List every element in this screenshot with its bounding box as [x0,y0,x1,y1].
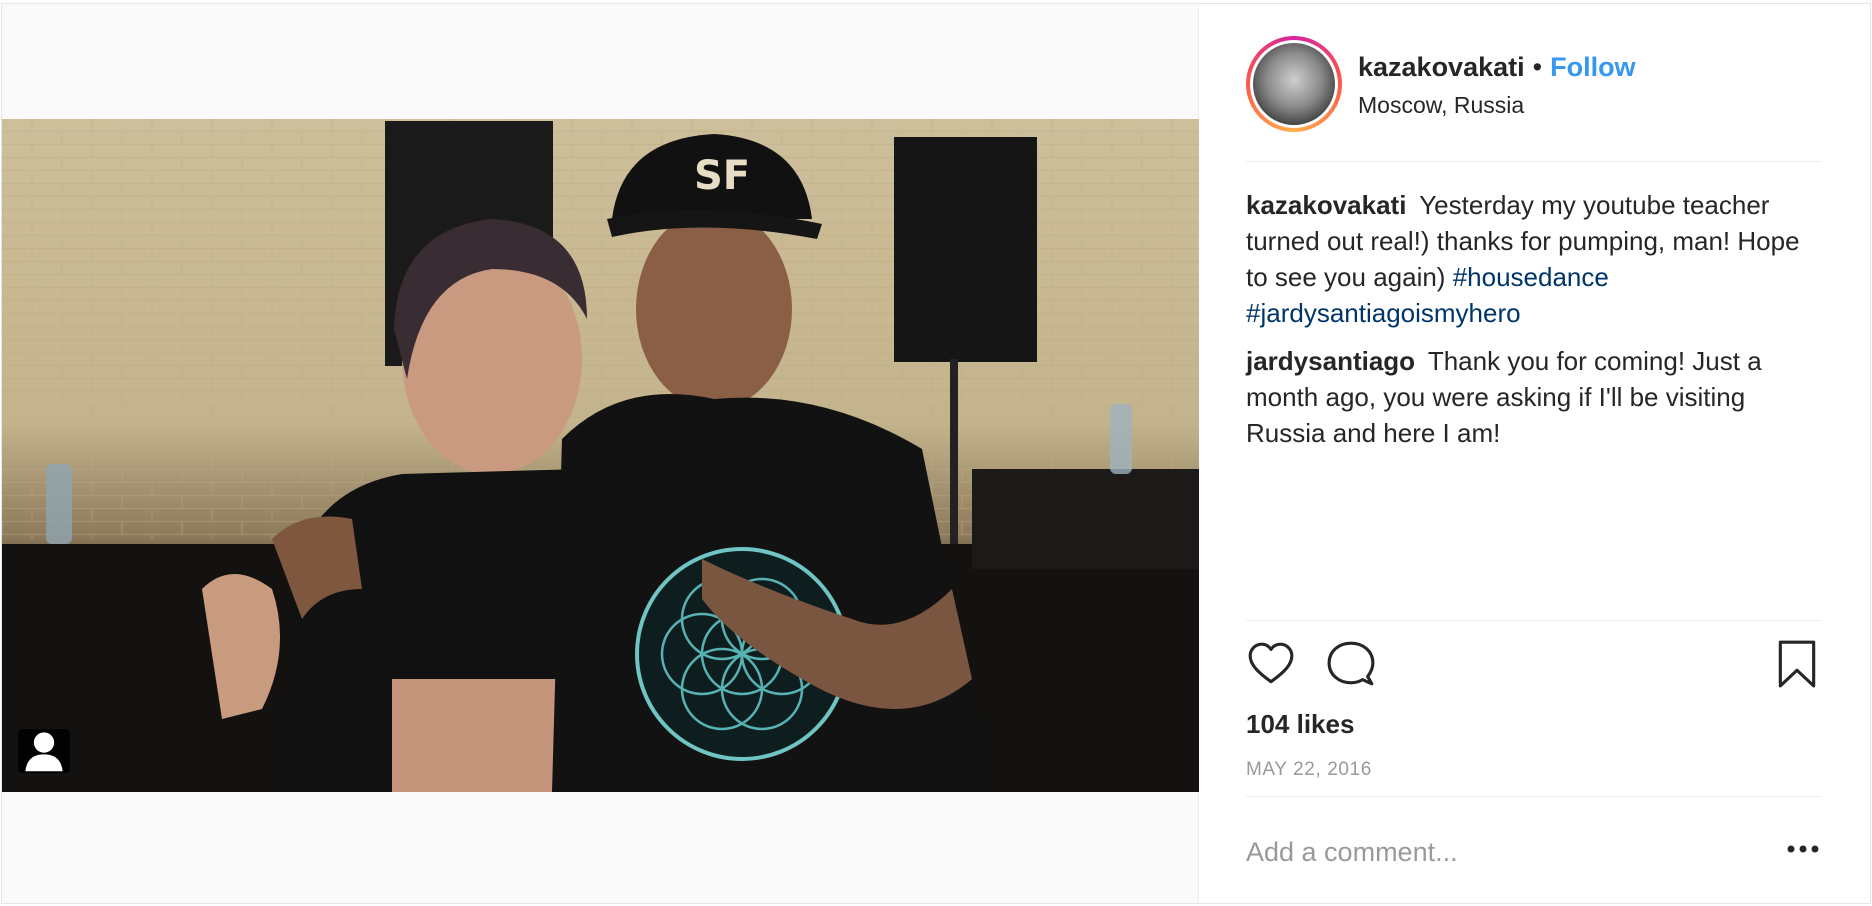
comments-list: kazakovakati Yesterday my youtube teache… [1246,187,1822,463]
photo-illustration: SF [2,119,1199,792]
avatar[interactable] [1246,36,1342,132]
comment-button[interactable] [1326,639,1376,689]
post-header: kazakovakati • Follow Moscow, Russia [1246,32,1822,162]
reply-comment: jardysantiago Thank you for coming! Just… [1246,343,1822,451]
heart-icon [1248,642,1294,684]
action-bar [1246,639,1822,691]
comment-username[interactable]: kazakovakati [1246,190,1406,220]
likes-count[interactable]: 104 likes [1246,709,1354,740]
more-options-icon [1787,845,1819,853]
post-photo[interactable]: SF [2,119,1199,792]
bookmark-icon [1778,640,1816,688]
divider [1246,620,1822,621]
add-comment-input[interactable] [1246,832,1746,872]
caption-comment: kazakovakati Yesterday my youtube teache… [1246,187,1822,331]
hashtag-link[interactable]: #jardysantiagoismyhero [1246,298,1521,328]
user-tag-button[interactable] [18,729,70,773]
svg-text:SF: SF [694,153,750,199]
save-button[interactable] [1772,639,1822,689]
separator-dot: • [1532,52,1543,82]
like-button[interactable] [1246,639,1296,689]
header-username[interactable]: kazakovakati [1358,52,1525,83]
post-sidebar: kazakovakati • Follow Moscow, Russia kaz… [1199,4,1870,903]
avatar-image [1253,43,1335,125]
divider [1246,796,1822,797]
user-tag-icon [25,732,63,772]
post-card: SF kazakovakati • Follow Moscow, Russia … [1,3,1871,904]
comment-bubble-icon [1327,641,1375,686]
more-options-button[interactable] [1786,842,1820,856]
hashtag-link[interactable]: #housedance [1453,262,1609,292]
location-link[interactable]: Moscow, Russia [1358,92,1524,119]
follow-button[interactable]: Follow [1550,52,1635,83]
post-date[interactable]: MAY 22, 2016 [1246,759,1372,781]
media-panel: SF [2,4,1199,903]
comment-username[interactable]: jardysantiago [1246,346,1415,376]
